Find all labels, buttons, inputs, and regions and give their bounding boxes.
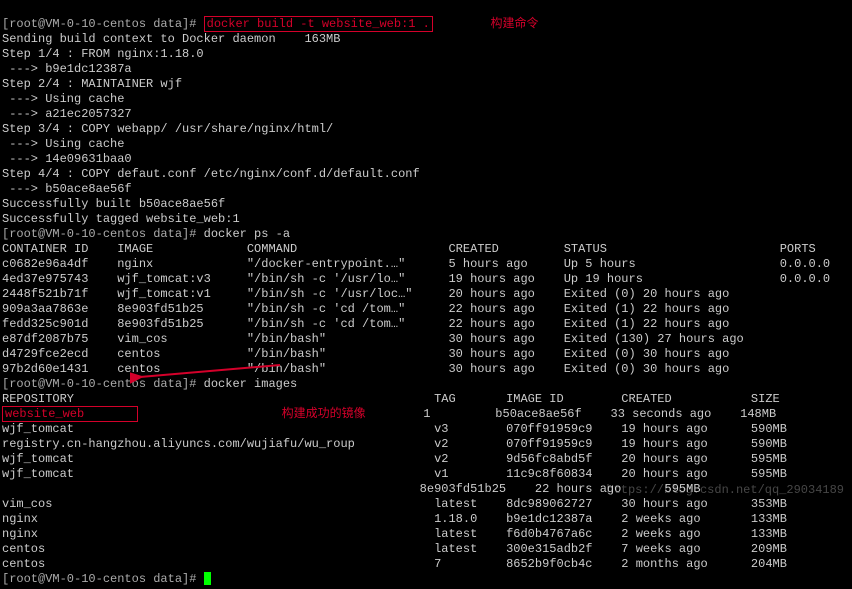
- annotation-build-cmd: 构建命令: [491, 17, 539, 31]
- shell-prompt: [root@VM-0-10-centos data]#: [2, 227, 204, 241]
- ps-command: docker ps -a: [204, 227, 290, 241]
- cursor[interactable]: [204, 572, 211, 585]
- shell-prompt: [root@VM-0-10-centos data]#: [2, 377, 204, 391]
- watermark: https://blog.csdn.net/qq_29034189: [606, 483, 844, 498]
- terminal-output: [root@VM-0-10-centos data]# docker build…: [0, 0, 852, 589]
- build-command: docker build -t website_web:1 .: [204, 16, 433, 32]
- shell-prompt: [root@VM-0-10-centos data]#: [2, 572, 204, 586]
- image-row-highlight: website_web: [2, 406, 138, 422]
- images-command: docker images: [204, 377, 298, 391]
- annotation-built-image: 构建成功的镜像: [282, 407, 366, 421]
- shell-prompt: [root@VM-0-10-centos data]#: [2, 17, 204, 31]
